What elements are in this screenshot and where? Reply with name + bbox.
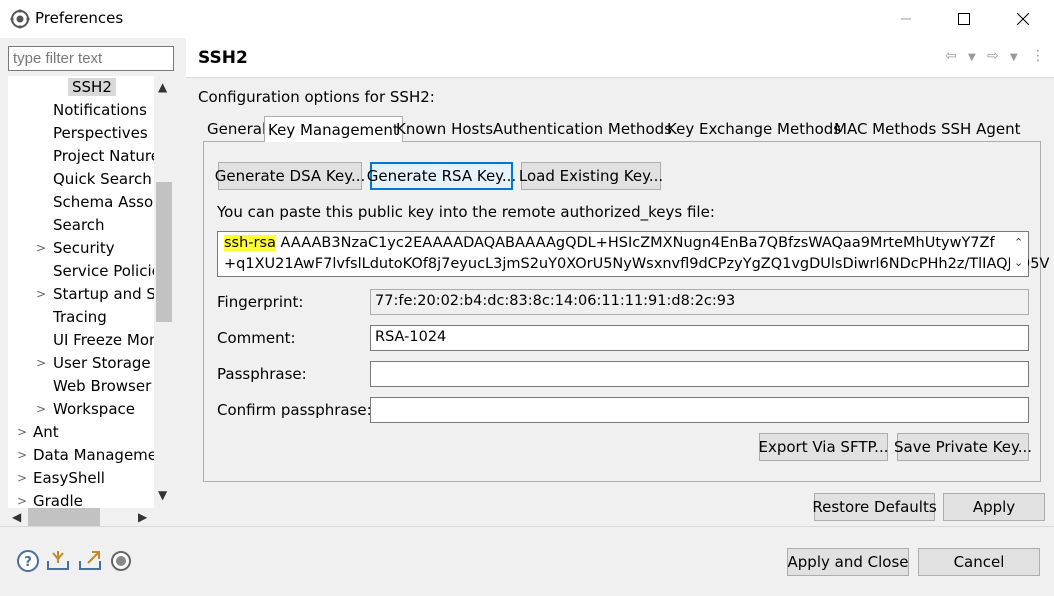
tree-item-ui-freeze-monitoring[interactable]: UI Freeze Mon xyxy=(53,329,159,352)
tree-item-schema-associations[interactable]: Schema Associ xyxy=(53,191,166,214)
scroll-left-arrow-icon[interactable]: ◀ xyxy=(12,510,21,524)
maximize-icon xyxy=(958,13,970,25)
scroll-right-arrow-icon[interactable]: ▶ xyxy=(138,510,147,524)
tree-item-gradle[interactable]: Gradle xyxy=(33,490,83,510)
expand-chevron-icon[interactable]: > xyxy=(17,494,27,508)
page-header xyxy=(186,38,1054,78)
back-dropdown-icon[interactable]: ▼ xyxy=(968,52,976,63)
export-via-sftp-button[interactable]: Export Via SFTP... xyxy=(759,433,889,461)
confirm-passphrase-label: Confirm passphrase: xyxy=(217,401,372,419)
restore-defaults-button[interactable]: Restore Defaults xyxy=(812,493,937,521)
filter-input[interactable] xyxy=(8,46,174,71)
key-line-2: +q1XU21AwF7lvfslLdutoKOf8j7eyucL3jmS2uY0… xyxy=(224,256,1050,272)
comment-label: Comment: xyxy=(217,329,296,347)
comment-field[interactable]: RSA-1024 xyxy=(370,325,1029,351)
generate-rsa-key-button[interactable]: Generate RSA Key... xyxy=(367,162,516,190)
tree-item-workspace[interactable]: Workspace xyxy=(53,398,135,421)
expand-chevron-icon[interactable]: > xyxy=(17,471,27,485)
apply-button[interactable]: Apply xyxy=(943,493,1045,521)
import-icon[interactable] xyxy=(46,549,70,573)
tree-item-project-natures[interactable]: Project Natures xyxy=(53,145,168,168)
public-key-textarea[interactable]: ssh-rsa AAAAB3NzaC1yc2EAAAADAQABAAAAgQDL… xyxy=(217,231,1049,277)
expand-chevron-icon[interactable]: > xyxy=(36,287,46,301)
tree-item-startup-and-shutdown[interactable]: Startup and Sh xyxy=(53,283,165,306)
preferences-app-icon xyxy=(10,9,30,29)
passphrase-field[interactable] xyxy=(370,361,1029,387)
forward-dropdown-icon[interactable]: ▼ xyxy=(1010,52,1018,63)
scroll-up-chevron-icon[interactable]: ⌃ xyxy=(1014,236,1023,249)
expand-chevron-icon[interactable]: > xyxy=(36,402,46,416)
expand-chevron-icon[interactable]: > xyxy=(36,241,46,255)
more-options-icon[interactable]: ⋮ xyxy=(1031,48,1045,64)
forward-arrow-icon[interactable]: ⇨ xyxy=(987,48,999,64)
tab-general[interactable]: General xyxy=(204,118,269,142)
key-scrollbar[interactable]: ⌃ ⌄ xyxy=(1010,232,1028,276)
scroll-down-arrow-icon[interactable]: ▼ xyxy=(158,488,167,502)
close-button[interactable] xyxy=(994,0,1052,38)
tree-item-ssh2[interactable]: SSH2 xyxy=(68,76,116,99)
tab-key-management[interactable]: Key Management xyxy=(264,116,403,142)
minimize-icon xyxy=(901,18,911,20)
tree-item-easyshell[interactable]: EasyShell xyxy=(33,467,105,490)
tree-item-service-policies[interactable]: Service Policies xyxy=(53,260,169,283)
config-label: Configuration options for SSH2: xyxy=(198,88,435,106)
close-icon xyxy=(1017,13,1029,25)
svg-text:?: ? xyxy=(24,555,32,570)
key-line-1-text: AAAAB3NzaC1yc2EAAAADAQABAAAAgQDL+HSIcZMX… xyxy=(275,235,995,251)
tree-item-tracing[interactable]: Tracing xyxy=(53,306,107,329)
minimize-button[interactable] xyxy=(877,0,935,38)
tree-vertical-scroll-thumb[interactable] xyxy=(156,182,172,322)
confirm-passphrase-field[interactable] xyxy=(370,397,1029,423)
key-line-1: ssh-rsa AAAAB3NzaC1yc2EAAAADAQABAAAAgQDL… xyxy=(224,235,995,251)
tab-authentication-methods[interactable]: Authentication Methods xyxy=(490,118,675,142)
expand-chevron-icon[interactable]: > xyxy=(36,356,46,370)
export-icon[interactable] xyxy=(78,549,102,573)
apply-and-close-button[interactable]: Apply and Close xyxy=(787,548,909,576)
tree-horizontal-scroll-thumb[interactable] xyxy=(28,508,100,526)
key-type-highlight: ssh-rsa xyxy=(224,235,276,251)
window-title: Preferences xyxy=(35,9,124,27)
load-existing-key-button[interactable]: Load Existing Key... xyxy=(519,162,663,190)
bottom-separator xyxy=(0,526,1054,527)
tab-key-exchange-methods[interactable]: Key Exchange Methods xyxy=(664,118,844,142)
save-private-key-button[interactable]: Save Private Key... xyxy=(894,433,1032,461)
tree-item-quick-search[interactable]: Quick Search xyxy=(53,168,152,191)
tree-item-perspectives[interactable]: Perspectives xyxy=(53,122,148,145)
fingerprint-label: Fingerprint: xyxy=(217,293,304,311)
paste-key-label: You can paste this public key into the r… xyxy=(217,203,715,221)
tab-ssh-agent[interactable]: SSH Agent xyxy=(938,118,1024,142)
help-icon[interactable]: ? xyxy=(16,549,40,573)
fingerprint-field[interactable]: 77:fe:20:02:b4:dc:83:8c:14:06:11:11:91:d… xyxy=(370,289,1029,315)
tree-item-security[interactable]: Security xyxy=(53,237,115,260)
tree-item-data-management[interactable]: Data Managemen xyxy=(33,444,167,467)
expand-chevron-icon[interactable]: > xyxy=(17,425,27,439)
cancel-button[interactable]: Cancel xyxy=(918,548,1040,576)
record-icon[interactable] xyxy=(109,549,133,573)
tree-item-search[interactable]: Search xyxy=(53,214,105,237)
tree-item-web-browser[interactable]: Web Browser xyxy=(53,375,151,398)
preference-tree: SSH2 Notifications Perspectives Project … xyxy=(8,76,174,510)
maximize-button[interactable] xyxy=(935,0,993,38)
tab-mac-methods[interactable]: MAC Methods xyxy=(831,118,939,142)
back-arrow-icon[interactable]: ⇦ xyxy=(945,48,957,64)
tab-known-hosts[interactable]: Known Hosts xyxy=(393,118,496,142)
tree-item-user-storage[interactable]: User Storage S xyxy=(53,352,165,375)
scroll-down-chevron-icon[interactable]: ⌄ xyxy=(1014,256,1023,269)
page-title: SSH2 xyxy=(198,48,248,68)
expand-chevron-icon[interactable]: > xyxy=(17,448,27,462)
scroll-up-arrow-icon[interactable]: ▲ xyxy=(158,80,167,94)
passphrase-label: Passphrase: xyxy=(217,365,307,383)
generate-dsa-key-button[interactable]: Generate DSA Key... xyxy=(215,162,365,190)
tree-item-notifications[interactable]: Notifications xyxy=(53,99,147,122)
tree-item-ant[interactable]: Ant xyxy=(33,421,59,444)
